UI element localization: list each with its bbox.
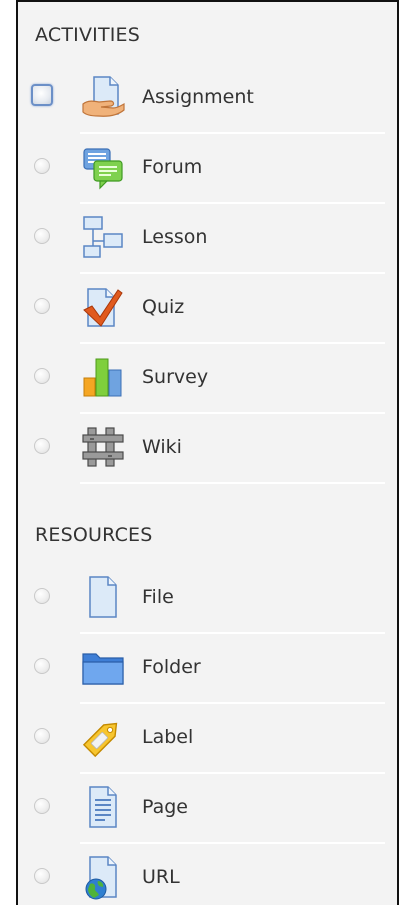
url-icon — [80, 854, 126, 900]
quiz-icon — [80, 284, 126, 330]
radio-forum[interactable] — [34, 158, 50, 174]
option-label: Folder — [142, 656, 201, 678]
option-label: Survey — [142, 366, 209, 388]
option-label: Label — [142, 726, 194, 748]
survey-icon — [80, 354, 126, 400]
option-label: File — [142, 586, 174, 608]
radio-quiz[interactable] — [34, 298, 50, 314]
option-folder[interactable]: Folder — [18, 634, 397, 704]
radio-folder[interactable] — [34, 658, 50, 674]
radio-assignment[interactable] — [31, 84, 53, 106]
folder-icon — [80, 644, 126, 690]
item-divider — [80, 482, 385, 484]
option-lesson[interactable]: Lesson — [18, 204, 397, 274]
label-icon — [80, 714, 126, 760]
assignment-icon — [80, 74, 126, 120]
option-label: URL — [142, 866, 180, 888]
wiki-icon — [80, 424, 126, 470]
option-url[interactable]: URL — [18, 844, 397, 914]
option-assignment[interactable]: Assignment — [18, 64, 397, 134]
lesson-icon — [80, 214, 126, 260]
option-file[interactable]: File — [18, 564, 397, 634]
radio-survey[interactable] — [34, 368, 50, 384]
resources-header: RESOURCES — [35, 524, 153, 546]
radio-wiki[interactable] — [34, 438, 50, 454]
option-wiki[interactable]: Wiki — [18, 414, 397, 484]
radio-label[interactable] — [34, 728, 50, 744]
option-survey[interactable]: Survey — [18, 344, 397, 414]
option-label: Page — [142, 796, 188, 818]
file-icon — [80, 574, 126, 620]
option-label-resource[interactable]: Label — [18, 704, 397, 774]
radio-url[interactable] — [34, 868, 50, 884]
option-label: Forum — [142, 156, 203, 178]
option-forum[interactable]: Forum — [18, 134, 397, 204]
option-page[interactable]: Page — [18, 774, 397, 844]
option-label: Assignment — [142, 86, 254, 108]
activity-chooser-panel: ACTIVITIES Assignment Forum Lesson Quiz … — [16, 0, 399, 905]
page-icon — [80, 784, 126, 830]
radio-lesson[interactable] — [34, 228, 50, 244]
option-label: Quiz — [142, 296, 185, 318]
option-quiz[interactable]: Quiz — [18, 274, 397, 344]
forum-icon — [80, 144, 126, 190]
radio-page[interactable] — [34, 798, 50, 814]
option-label: Wiki — [142, 436, 182, 458]
activities-header: ACTIVITIES — [35, 24, 141, 46]
option-label: Lesson — [142, 226, 208, 248]
radio-file[interactable] — [34, 588, 50, 604]
